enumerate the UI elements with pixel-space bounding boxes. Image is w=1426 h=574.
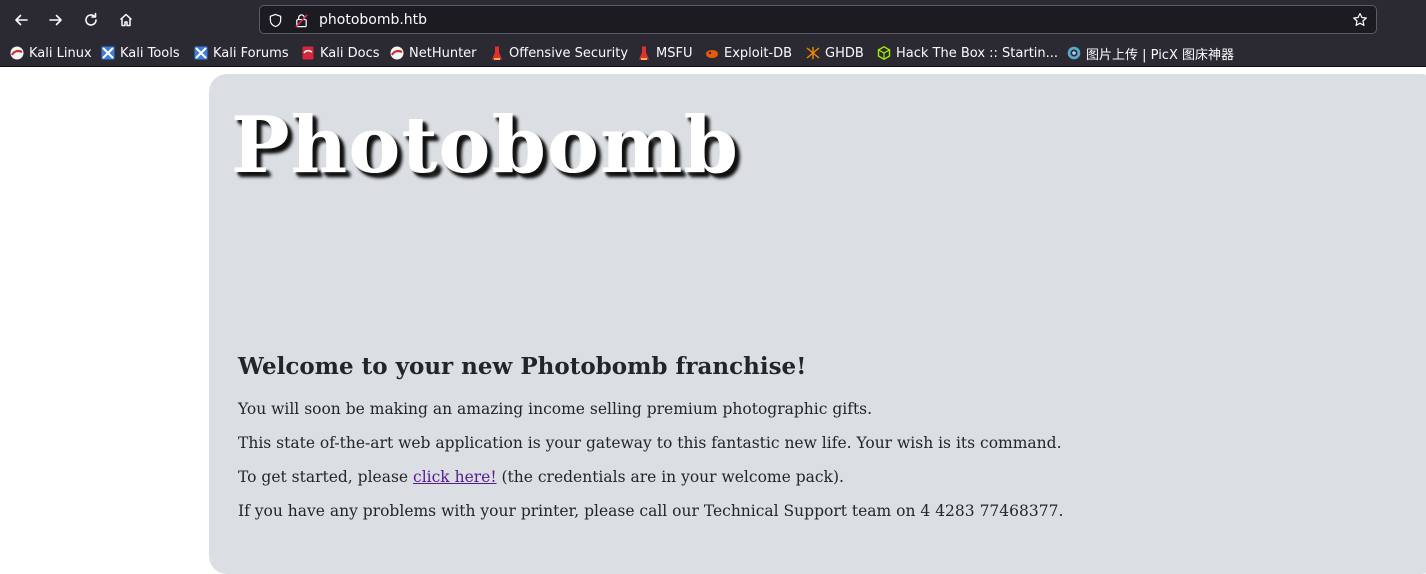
bookmark-kali-tools[interactable]: Kali Tools: [101, 44, 180, 62]
bookmark-offensive-security[interactable]: Offensive Security: [490, 44, 628, 62]
bookmark-exploit-db[interactable]: Exploit-DB: [705, 44, 792, 62]
bookmark-label: GHDB: [825, 45, 864, 61]
exploit-db-icon: [706, 50, 718, 58]
kali-icon: [10, 46, 24, 60]
welcome-heading: Welcome to your new Photobomb franchise!: [238, 353, 807, 380]
bookmark-label: Hack The Box :: Startin...: [896, 45, 1059, 61]
bookmark-label: Kali Linux: [29, 45, 92, 61]
bookmark-label: Offensive Security: [509, 45, 629, 61]
bookmark-picx[interactable]: 图片上传 | PicX 图床神器: [1067, 44, 1234, 63]
kali-icon: [390, 46, 404, 60]
click-here-link[interactable]: click here!: [413, 468, 497, 486]
bookmark-ghdb[interactable]: GHDB: [806, 44, 864, 62]
description-paragraph: This state of-the-art web application is…: [238, 434, 1062, 452]
url-text[interactable]: photobomb.htb: [319, 11, 427, 29]
url-bar[interactable]: photobomb.htb: [259, 5, 1377, 34]
insecure-lock-icon[interactable]: [292, 11, 310, 29]
kali-tools-icon: [101, 46, 115, 60]
picx-icon: [1067, 46, 1081, 60]
get-started-text: To get started, please: [238, 468, 414, 486]
bookmarks-toolbar: Kali Linux Kali Tools Kali Forums Kali D…: [0, 40, 1426, 67]
reload-icon[interactable]: [77, 6, 105, 34]
bookmark-label: NetHunter: [409, 45, 477, 61]
site-logo: Photobomb: [231, 100, 740, 191]
kali-docs-icon: [302, 46, 314, 60]
bookmark-kali-forums[interactable]: Kali Forums: [194, 44, 289, 62]
home-icon[interactable]: [112, 6, 140, 34]
bookmark-nethunter[interactable]: NetHunter: [390, 44, 477, 62]
credentials-note: (the credentials are in your welcome pac…: [496, 468, 844, 486]
page-viewport: Photobomb Welcome to your new Photobomb …: [0, 67, 1426, 574]
get-started-paragraph: To get started, please click here! (the …: [238, 467, 844, 487]
bookmark-hack-the-box[interactable]: Hack The Box :: Startin...: [877, 44, 1058, 62]
offsec-icon: [639, 46, 649, 60]
ghdb-icon: [806, 47, 820, 59]
shield-icon[interactable]: [266, 11, 284, 29]
bookmark-label: MSFU: [656, 45, 693, 61]
content-panel: Photobomb Welcome to your new Photobomb …: [209, 74, 1426, 574]
support-paragraph: If you have any problems with your print…: [238, 502, 1064, 520]
bookmark-label: Kali Docs: [320, 45, 380, 61]
intro-paragraph: You will soon be making an amazing incom…: [238, 400, 873, 418]
back-arrow-icon[interactable]: [7, 6, 35, 34]
bookmark-label: Kali Tools: [120, 45, 180, 61]
bookmark-kali-linux[interactable]: Kali Linux: [10, 44, 92, 62]
bookmark-msfu[interactable]: MSFU: [637, 44, 692, 62]
bookmark-label: Exploit-DB: [724, 45, 793, 61]
bookmark-kali-docs[interactable]: Kali Docs: [301, 44, 380, 62]
bookmark-star-icon[interactable]: [1350, 10, 1370, 30]
htb-icon: [877, 46, 891, 60]
offsec-icon: [492, 46, 502, 60]
bookmark-label: 图片上传 | PicX 图床神器: [1086, 47, 1234, 63]
forward-arrow-icon[interactable]: [42, 6, 70, 34]
bookmark-label: Kali Forums: [213, 45, 289, 61]
browser-toolbar: photobomb.htb: [0, 0, 1426, 40]
kali-forums-icon: [194, 46, 208, 60]
